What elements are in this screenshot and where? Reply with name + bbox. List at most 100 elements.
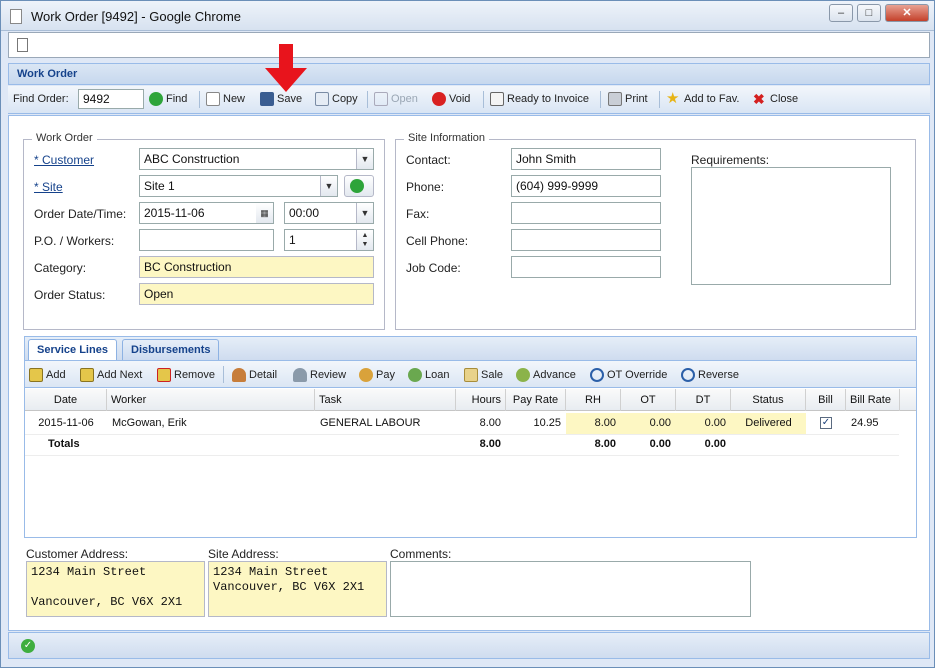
chevron-down-icon[interactable]: ▼ <box>356 203 373 223</box>
close-window-button[interactable]: ✕ <box>885 4 929 22</box>
col-status[interactable]: Status <box>731 389 806 411</box>
customer-value: ABC Construction <box>144 152 240 166</box>
customer-select[interactable]: ABC Construction ▼ <box>139 148 374 170</box>
col-bill[interactable]: Bill <box>806 389 846 411</box>
site-go-button[interactable] <box>344 175 374 197</box>
copy-button[interactable]: Copy <box>315 92 358 106</box>
void-icon <box>432 92 446 106</box>
maximize-button[interactable]: □ <box>857 4 881 22</box>
go-arrow-icon <box>350 179 364 193</box>
chevron-down-icon[interactable]: ▼ <box>356 149 373 169</box>
print-button[interactable]: Print <box>608 92 648 106</box>
add-button[interactable]: Add <box>29 368 66 382</box>
totals-dt: 0.00 <box>704 438 726 450</box>
page-icon <box>17 38 28 52</box>
add-next-icon <box>80 368 94 382</box>
copy-label: Copy <box>332 93 358 105</box>
close-button[interactable]: ✖ Close <box>753 92 798 106</box>
bill-checkbox[interactable]: ✓ <box>820 417 832 430</box>
workers-value: 1 <box>289 233 296 247</box>
customer-label[interactable]: * Customer <box>34 153 94 167</box>
cell-bill[interactable]: ✓ <box>806 413 846 434</box>
category-field: BC Construction <box>139 256 374 278</box>
reverse-button[interactable]: Reverse <box>681 368 739 382</box>
ready-to-invoice-button[interactable]: Ready to Invoice <box>490 92 589 106</box>
void-button[interactable]: Void <box>432 92 470 106</box>
fax-input[interactable] <box>511 202 661 224</box>
save-button[interactable]: Save <box>260 92 302 106</box>
main-toolbar: Find Order: 9492 Find New Save Copy Open… <box>8 86 930 114</box>
contact-label: Contact: <box>406 153 451 167</box>
open-icon <box>374 92 388 106</box>
col-bill-rate[interactable]: Bill Rate <box>846 389 900 411</box>
find-order-input[interactable]: 9492 <box>78 89 144 109</box>
tab-disbursements[interactable]: Disbursements <box>122 339 220 361</box>
save-label: Save <box>277 93 303 105</box>
totals-rh: 8.00 <box>594 438 616 450</box>
po-workers-label: P.O. / Workers: <box>34 234 115 248</box>
ready-to-invoice-label: Ready to Invoice <box>507 93 589 105</box>
minimize-button[interactable]: – <box>829 4 853 22</box>
new-button[interactable]: New <box>206 92 245 106</box>
detail-label: Detail <box>249 369 278 381</box>
add-next-button[interactable]: Add Next <box>80 368 142 382</box>
ot-override-button[interactable]: OT Override <box>590 368 667 382</box>
loan-button[interactable]: Loan <box>408 368 449 382</box>
order-time-select[interactable]: 00:00 ▼ <box>284 202 374 224</box>
address-bar[interactable] <box>8 32 930 58</box>
review-button[interactable]: Review <box>293 368 346 382</box>
cell-pay-rate: 10.25 <box>533 417 561 429</box>
job-code-input[interactable] <box>511 256 661 278</box>
advance-label: Advance <box>533 369 576 381</box>
site-select[interactable]: Site 1 ▼ <box>139 175 338 197</box>
window-title: Work Order [9492] - Google Chrome <box>31 9 242 24</box>
po-input[interactable] <box>139 229 274 251</box>
col-task[interactable]: Task <box>315 389 456 411</box>
site-label[interactable]: * Site <box>34 180 63 194</box>
annotation-arrow-icon <box>265 44 307 92</box>
open-button[interactable]: Open <box>374 92 418 106</box>
site-value: Site 1 <box>144 179 175 193</box>
find-button[interactable]: Find <box>149 92 187 106</box>
col-hours[interactable]: Hours <box>456 389 506 411</box>
col-date[interactable]: Date <box>25 389 107 411</box>
ot-override-label: OT Override <box>607 369 668 381</box>
phone-input[interactable]: (604) 999-9999 <box>511 175 661 197</box>
cell-date: 2015-11-06 <box>38 417 94 429</box>
col-pay-rate[interactable]: Pay Rate <box>506 389 566 411</box>
col-rh[interactable]: RH <box>566 389 621 411</box>
col-dt[interactable]: DT <box>676 389 731 411</box>
add-to-fav-button[interactable]: ★ Add to Fav. <box>666 91 739 106</box>
calendar-icon[interactable]: ▦ <box>256 203 273 223</box>
pay-icon <box>359 368 373 382</box>
cell-bill-rate: 24.95 <box>851 417 879 429</box>
order-date-input[interactable]: 2015-11-06 ▦ <box>139 202 274 224</box>
person-icon <box>232 368 246 382</box>
requirements-textarea[interactable] <box>691 167 891 285</box>
col-worker[interactable]: Worker <box>107 389 315 411</box>
contact-input[interactable]: John Smith <box>511 148 661 170</box>
comments-textarea[interactable] <box>390 561 751 617</box>
cell-ot: 0.00 <box>621 413 676 434</box>
totals-label: Totals <box>48 438 80 450</box>
sale-button[interactable]: Sale <box>464 368 503 382</box>
void-label: Void <box>449 93 471 105</box>
chevron-down-icon[interactable]: ▼ <box>320 176 337 196</box>
add-row-icon <box>29 368 43 382</box>
pay-button[interactable]: Pay <box>359 368 395 382</box>
browser-window: Work Order [9492] - Google Chrome – □ ✕ … <box>0 0 935 668</box>
tab-service-lines[interactable]: Service Lines <box>28 339 117 362</box>
remove-button[interactable]: Remove <box>157 368 215 382</box>
work-order-fieldset: Work Order * Customer ABC Construction ▼ … <box>23 132 385 330</box>
job-code-label: Job Code: <box>406 261 461 275</box>
go-arrow-icon <box>149 92 163 106</box>
advance-button[interactable]: Advance <box>516 368 576 382</box>
open-label: Open <box>391 93 418 105</box>
cell-rh: 8.00 <box>566 413 621 434</box>
workers-stepper[interactable]: 1 ▲ ▼ <box>284 229 374 251</box>
customer-address-label: Customer Address: <box>26 547 129 561</box>
cell-phone-input[interactable] <box>511 229 661 251</box>
spinner-icon[interactable]: ▲ ▼ <box>356 230 373 250</box>
detail-button[interactable]: Detail <box>232 368 277 382</box>
col-ot[interactable]: OT <box>621 389 676 411</box>
